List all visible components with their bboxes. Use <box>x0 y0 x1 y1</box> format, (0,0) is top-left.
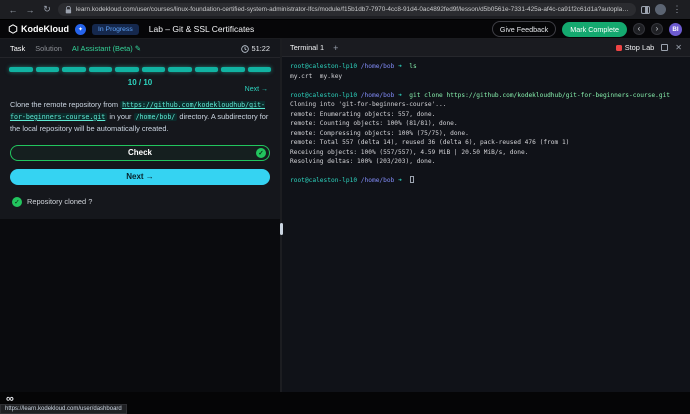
panel-resize-handle[interactable] <box>280 223 283 235</box>
progress-segment <box>9 67 33 72</box>
prev-lesson-button[interactable]: ‹ <box>633 23 645 35</box>
status-badge: In Progress <box>92 24 139 35</box>
terminal-line: Cloning into 'git-for-beginners-course'.… <box>290 100 682 110</box>
terminal-line: remote: Total 557 (delta 14), reused 36 … <box>290 138 682 148</box>
add-terminal-button[interactable]: + <box>333 43 338 53</box>
side-panel-icon[interactable] <box>641 6 650 14</box>
instruction-text-1: Clone the remote repository from <box>10 100 120 109</box>
progress-segment <box>62 67 86 72</box>
task-card: Task Solution AI Assistant (Beta) ✎ 51:2… <box>0 39 280 219</box>
stop-icon <box>616 45 622 51</box>
terminal-line: remote: Compressing objects: 100% (75/75… <box>290 129 682 139</box>
progress-segment <box>89 67 113 72</box>
task-panel: Task Solution AI Assistant (Beta) ✎ 51:2… <box>0 39 282 392</box>
terminal-line: Receiving objects: 100% (557/557), 4.59 … <box>290 148 682 158</box>
clock-icon <box>241 45 249 53</box>
stop-lab-button[interactable]: Stop Lab <box>616 43 655 52</box>
statusbar-link-preview: https://learn.kodekloud.com/user/dashboa… <box>0 404 127 414</box>
terminal-line: root@caleston-lp10 /home/bob ➜ ls <box>290 62 682 72</box>
terminal-line <box>290 167 682 177</box>
browser-menu-icon[interactable]: ⋮ <box>671 4 683 15</box>
progress-bar <box>0 58 280 76</box>
next-lesson-button[interactable]: › <box>651 23 663 35</box>
checklist-item-label: Repository cloned ? <box>27 197 92 206</box>
progress-segment <box>195 67 219 72</box>
check-button-label: Check <box>128 148 152 157</box>
progress-segment <box>115 67 139 72</box>
tab-task[interactable]: Task <box>10 44 25 53</box>
kodekloud-logo-text: KodeKloud <box>21 24 69 34</box>
terminal-line: remote: Enumerating objects: 557, done. <box>290 110 682 120</box>
pencil-icon: ✎ <box>135 44 141 53</box>
tab-ai-assistant[interactable]: AI Assistant (Beta) ✎ <box>72 44 141 53</box>
url-bar[interactable]: learn.kodekloud.com/user/courses/linux-f… <box>58 3 636 16</box>
page-title: Lab – Git & SSL Certificates <box>149 24 255 34</box>
terminal-header: Terminal 1 + Stop Lab ✕ <box>282 39 690 57</box>
terminal-output[interactable]: root@caleston-lp10 /home/bob ➜ lsmy.crt … <box>282 57 690 392</box>
progress-segment <box>142 67 166 72</box>
browser-profile-avatar[interactable] <box>655 4 666 15</box>
terminal-line: my.crt my.key <box>290 72 682 82</box>
lock-icon <box>65 6 72 14</box>
close-terminal-icon[interactable]: ✕ <box>675 44 682 52</box>
terminal-tab[interactable]: Terminal 1 <box>290 43 324 52</box>
progress-segment <box>248 67 272 72</box>
check-success-icon: ✓ <box>256 148 266 158</box>
tab-ai-assistant-label: AI Assistant (Beta) <box>72 44 133 53</box>
stop-lab-label: Stop Lab <box>625 43 655 52</box>
mark-complete-button[interactable]: Mark Complete <box>562 22 627 37</box>
next-link-row: Next → <box>0 86 280 93</box>
terminal-line <box>290 81 682 91</box>
refresh-icon[interactable]: ↻ <box>41 4 53 15</box>
lab-timer: 51:22 <box>241 44 271 53</box>
check-button[interactable]: Check ✓ <box>10 145 270 161</box>
main-content: Task Solution AI Assistant (Beta) ✎ 51:2… <box>0 39 690 392</box>
next-task-button[interactable]: Next → <box>10 169 270 185</box>
progress-segment <box>36 67 60 72</box>
lesson-play-icon[interactable]: ✦ <box>75 24 86 35</box>
task-done-icon: ✓ <box>12 197 22 207</box>
task-tabs: Task Solution AI Assistant (Beta) ✎ 51:2… <box>0 39 280 58</box>
progress-segment <box>221 67 245 72</box>
next-question-link[interactable]: Next → <box>245 86 268 93</box>
instruction-text-2: in your <box>107 112 133 121</box>
terminal-controls: Stop Lab ✕ <box>616 43 682 52</box>
back-icon[interactable]: ← <box>7 5 19 15</box>
tab-solution[interactable]: Solution <box>35 44 62 53</box>
user-avatar[interactable]: BI <box>669 23 682 36</box>
progress-segment <box>168 67 192 72</box>
kodekloud-logo-icon <box>8 24 18 34</box>
give-feedback-button[interactable]: Give Feedback <box>492 21 556 37</box>
home-dir-code: /home/bob/ <box>134 113 178 121</box>
timer-value: 51:22 <box>252 44 271 53</box>
url-text: learn.kodekloud.com/user/courses/linux-f… <box>76 6 629 13</box>
app-header: KodeKloud ✦ In Progress Lab – Git & SSL … <box>0 20 690 39</box>
checklist-item: ✓ Repository cloned ? <box>0 185 280 207</box>
terminal-line: root@caleston-lp10 /home/bob ➜ git clone… <box>290 91 682 101</box>
bottom-bar: ∞ https://learn.kodekloud.com/user/dashb… <box>0 392 690 414</box>
terminal-line: Resolving deltas: 100% (203/203), done. <box>290 157 682 167</box>
popout-icon[interactable] <box>661 44 668 51</box>
terminal-cursor <box>410 176 414 183</box>
terminal-panel: Terminal 1 + Stop Lab ✕ root@caleston-lp… <box>282 39 690 392</box>
forward-icon[interactable]: → <box>24 5 36 15</box>
terminal-line: root@caleston-lp10 /home/bob ➜ <box>290 176 682 186</box>
browser-chrome: ← → ↻ learn.kodekloud.com/user/courses/l… <box>0 0 690 20</box>
kodekloud-logo[interactable]: KodeKloud <box>8 24 69 34</box>
task-instruction: Clone the remote repository from https:/… <box>0 93 280 135</box>
terminal-line: remote: Counting objects: 100% (81/81), … <box>290 119 682 129</box>
